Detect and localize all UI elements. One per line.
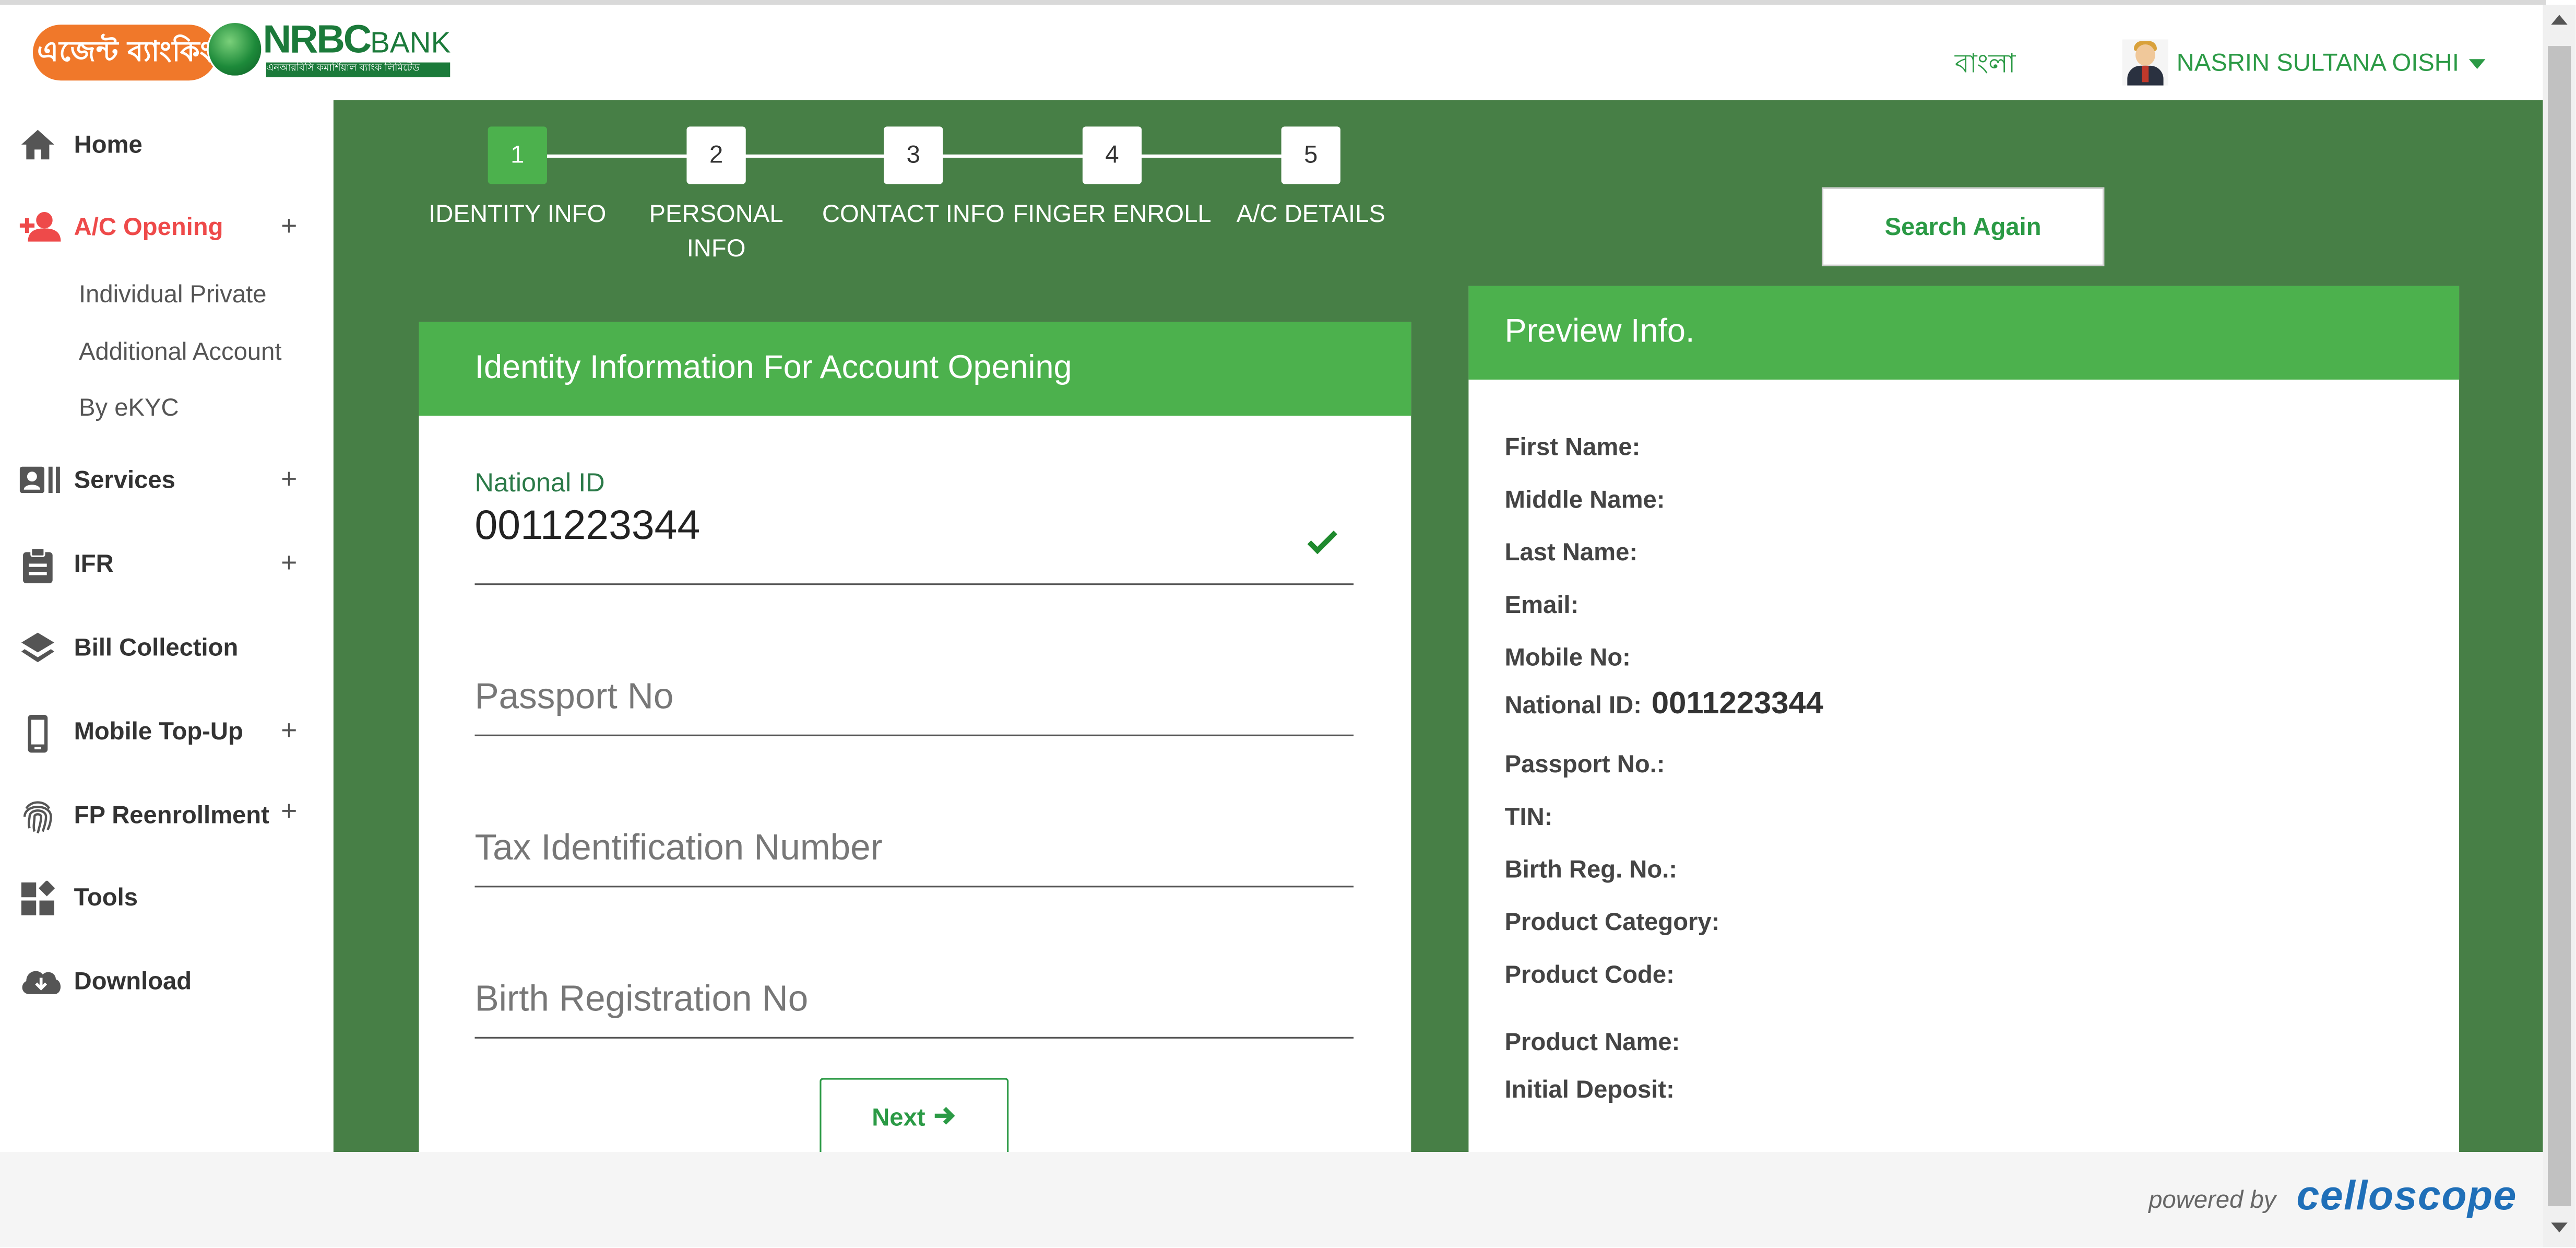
step-1[interactable]: 1 <box>488 126 547 184</box>
expand-ac-opening-icon[interactable]: + <box>281 212 297 240</box>
birth-registration-field[interactable]: Birth Registration No <box>474 953 1354 1039</box>
preview-product-category: Product Category: <box>1504 909 1720 937</box>
app-window: এজেন্ট ব্যাংকিং NRBCBANK এনআরবিসি কমার্শ… <box>0 0 2576 1247</box>
preview-title: Preview Info. <box>1468 286 2460 380</box>
sidebar-item-ac-opening[interactable]: A/C Opening <box>19 209 223 245</box>
user-name: NASRIN SULTANA OISHI <box>2176 49 2460 77</box>
powered-by-text: powered by <box>2148 1186 2276 1215</box>
step-label-identity-info: IDENTITY INFO <box>429 200 607 229</box>
sidebar-subitem-additional-account[interactable]: Additional Account <box>79 338 281 366</box>
agent-banking-logo[interactable]: এজেন্ট ব্যাংকিং <box>32 25 217 81</box>
step-label-personal-info: PERSONAL INFO <box>649 200 784 263</box>
national-id-input[interactable]: 0011223344 <box>474 503 700 550</box>
arrow-right-icon <box>935 1103 956 1131</box>
preview-card: Preview Info. First Name: Middle Name: L… <box>1468 286 2460 1173</box>
sidebar-subitem-by-ekyc[interactable]: By eKYC <box>79 394 179 422</box>
bank-logo-brand: NRBC <box>263 18 372 63</box>
step-5[interactable]: 5 <box>1281 126 1340 184</box>
national-id-label: National ID <box>474 470 605 498</box>
step-label-finger-enroll: FINGER ENROLL <box>1013 200 1212 229</box>
globe-logo-icon <box>207 21 263 77</box>
widgets-icon <box>20 880 56 915</box>
header: এজেন্ট ব্যাংকিং NRBCBANK এনআরবিসি কমার্শ… <box>0 5 2543 100</box>
preview-product-name: Product Name: <box>1504 1029 1680 1057</box>
sidebar-item-fp-reenrollment[interactable]: FP Reenrollment <box>20 797 269 834</box>
next-button[interactable]: Next <box>820 1078 1009 1157</box>
step-3[interactable]: 3 <box>884 126 943 184</box>
bank-logo-word: BANK <box>370 26 451 60</box>
sidebar-item-label: Download <box>74 967 192 995</box>
preview-mobile-no: Mobile No: <box>1504 644 1631 673</box>
check-icon <box>1307 529 1338 555</box>
scroll-up-icon[interactable] <box>2551 15 2568 25</box>
id-card-icon <box>19 463 60 496</box>
step-label-contact-info: CONTACT INFO <box>822 200 1005 229</box>
sidebar-item-tools[interactable]: Tools <box>20 879 138 915</box>
step-2[interactable]: 2 <box>686 126 746 184</box>
footer: powered by celloscope <box>0 1152 2543 1247</box>
sidebar-item-label: FP Reenrollment <box>74 801 269 829</box>
step-4[interactable]: 4 <box>1082 126 1142 184</box>
sidebar-item-ifr[interactable]: IFR <box>20 546 114 584</box>
top-border <box>0 0 2546 5</box>
sidebar-item-download[interactable]: Download <box>20 963 192 999</box>
clipboard-icon <box>20 547 56 584</box>
birth-registration-input[interactable]: Birth Registration No <box>474 978 808 1020</box>
sidebar-item-label: Mobile Top-Up <box>74 717 243 746</box>
cloud-download-icon <box>20 964 61 997</box>
sidebar-subitem-individual-private[interactable]: Individual Private <box>79 281 266 309</box>
sidebar-item-label: Tools <box>74 883 138 912</box>
passport-field[interactable]: Passport No <box>474 651 1354 736</box>
passport-input[interactable]: Passport No <box>474 675 673 718</box>
national-id-field[interactable]: National ID 0011223344 <box>474 470 1354 585</box>
expand-services-icon[interactable]: + <box>281 465 297 493</box>
sidebar-item-home[interactable]: Home <box>20 126 143 162</box>
celloscope-logo: celloscope <box>2296 1173 2517 1220</box>
vertical-scrollbar[interactable] <box>2543 5 2576 1247</box>
bank-logo-tagline: এনআরবিসি কমার্শিয়াল ব্যাংক লিমিটেড <box>266 62 450 77</box>
sidebar-item-label: IFR <box>74 549 114 578</box>
preview-product-code: Product Code: <box>1504 961 1675 990</box>
next-button-label: Next <box>872 1103 925 1132</box>
preview-email: Email: <box>1504 591 1579 620</box>
preview-initial-deposit: Initial Deposit: <box>1504 1076 1675 1104</box>
sidebar-item-mobile-top-up[interactable]: Mobile Top-Up <box>20 713 243 753</box>
preview-passport-no: Passport No.: <box>1504 751 1665 779</box>
expand-mobile-top-up-icon[interactable]: + <box>281 716 297 744</box>
caret-down-icon <box>2468 59 2486 69</box>
sidebar-item-label: Home <box>74 131 143 159</box>
preview-last-name: Last Name: <box>1504 539 1638 567</box>
user-menu[interactable]: NASRIN SULTANA OISHI <box>2177 49 2486 77</box>
sidebar-item-bill-collection[interactable]: Bill Collection <box>20 629 239 665</box>
expand-fp-reenrollment-icon[interactable]: + <box>281 797 297 825</box>
sidebar-item-services[interactable]: Services <box>19 462 175 498</box>
search-again-button[interactable]: Search Again <box>1822 187 2105 266</box>
mobile-icon <box>20 714 56 753</box>
preview-middle-name: Middle Name: <box>1504 486 1665 515</box>
sidebar: Home A/C Opening + Individual Private Ad… <box>0 100 334 1152</box>
preview-birth-reg-no: Birth Reg. No.: <box>1504 856 1678 885</box>
preview-tin: TIN: <box>1504 803 1553 832</box>
user-plus-icon <box>19 210 61 243</box>
preview-first-name: First Name: <box>1504 433 1641 462</box>
scroll-down-icon[interactable] <box>2551 1222 2568 1233</box>
home-icon <box>20 128 56 161</box>
bank-logo: NRBCBANK <box>263 18 451 63</box>
scrollbar-thumb[interactable] <box>2547 46 2571 1206</box>
expand-ifr-icon[interactable]: + <box>281 549 297 576</box>
preview-national-id: National ID: 0011223344 <box>1504 687 1824 722</box>
identity-form-card: Identity Information For Account Opening… <box>419 322 1411 1177</box>
user-avatar[interactable] <box>2122 39 2169 86</box>
sidebar-item-label: Bill Collection <box>74 633 239 662</box>
identity-form-title: Identity Information For Account Opening <box>419 322 1411 416</box>
step-label-ac-details: A/C DETAILS <box>1236 200 1385 229</box>
tin-field[interactable]: Tax Identification Number <box>474 802 1354 888</box>
sidebar-item-label: Services <box>74 466 175 494</box>
layers-icon <box>20 631 56 664</box>
main-panel: 1 2 3 4 5 IDENTITY INFO PERSONAL INFO CO… <box>333 100 2543 1177</box>
sidebar-item-label: A/C Opening <box>74 213 223 241</box>
fingerprint-icon <box>20 798 56 834</box>
tin-input[interactable]: Tax Identification Number <box>474 827 882 869</box>
language-toggle[interactable]: বাংলা <box>1955 43 2015 87</box>
